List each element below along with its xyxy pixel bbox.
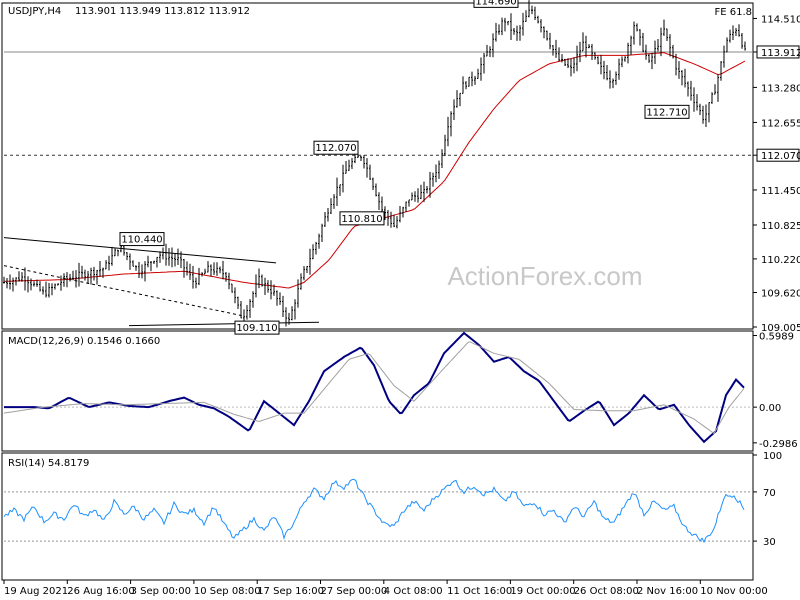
time-axis-label: 19 Aug 2021: [4, 586, 68, 597]
price-axis-label: 112.070: [761, 151, 800, 162]
price-axis-label: 113.912: [761, 48, 800, 59]
macd-signal-line: [3, 341, 745, 435]
rsi-line: [3, 478, 745, 544]
fe-label: FE 61.8: [714, 7, 752, 18]
trendline: [128, 321, 320, 327]
time-axis-label: 10 Nov 00:00: [700, 586, 767, 597]
price-axis-label: 111.450: [761, 186, 800, 197]
price-axis-label: 114.510: [761, 14, 800, 25]
time-axis-label: 26 Oct 08:00: [574, 586, 639, 597]
axis-layer: 114.510 113.912 113.280 112.655 112.070 111.4…: [3, 14, 800, 597]
watermark: ActionForex.com: [447, 261, 642, 291]
price-label: 112.070: [315, 143, 356, 154]
price-label: 110.440: [121, 235, 162, 246]
time-axis-label: 17 Sep 16:00: [257, 586, 324, 597]
price-label: 110.810: [341, 214, 382, 225]
macd-title: MACD(12,26,9) 0.1546 0.1660: [8, 336, 160, 347]
macd-line: [4, 331, 745, 444]
price-axis-label: 110.825: [761, 221, 800, 232]
rsi-axis-label: 100: [763, 451, 782, 462]
chart-root: ActionForex.com USDJPY,H4 113.901 113.94…: [0, 0, 800, 600]
time-axis-label: 27 Sep 00:00: [321, 586, 388, 597]
price-label: 109.110: [236, 323, 277, 334]
time-axis-label: 3 Sep 00:00: [131, 586, 191, 597]
chart-canvas: ActionForex.com USDJPY,H4 113.901 113.94…: [1, 0, 800, 597]
macd-axis-label: 0.5989: [759, 332, 794, 343]
ohlc-label: 113.901 113.949 113.812 113.912: [75, 6, 250, 17]
time-axis-label: 4 Oct 08:00: [384, 586, 443, 597]
macd-layer: [3, 331, 753, 444]
time-axis-label: 26 Aug 16:00: [67, 586, 134, 597]
macd-panel-frame: [1, 330, 754, 452]
price-axis-label: 112.655: [761, 118, 800, 129]
price-axis-label: 109.620: [761, 289, 800, 300]
time-axis-label: 2 Nov 16:00: [637, 586, 698, 597]
price-label: 112.710: [646, 107, 687, 118]
rsi-title: RSI(14) 54.8179: [8, 458, 89, 469]
symbol-label: USDJPY,H4: [8, 6, 61, 17]
time-axis-label: 19 Oct 00:00: [510, 586, 575, 597]
macd-axis-label: -0.2986: [759, 439, 798, 450]
price-label: 114.690: [475, 0, 516, 7]
rsi-layer: [3, 478, 753, 544]
rsi-axis-label: 30: [763, 537, 776, 548]
time-axis-label: 10 Sep 08:00: [194, 586, 261, 597]
rsi-axis-label: 70: [763, 488, 776, 499]
macd-axis-label: 0.00: [759, 403, 781, 414]
price-axis-label: 110.220: [761, 255, 800, 266]
time-axis-label: 11 Oct 16:00: [447, 586, 512, 597]
price-axis-label: 113.280: [761, 83, 800, 94]
